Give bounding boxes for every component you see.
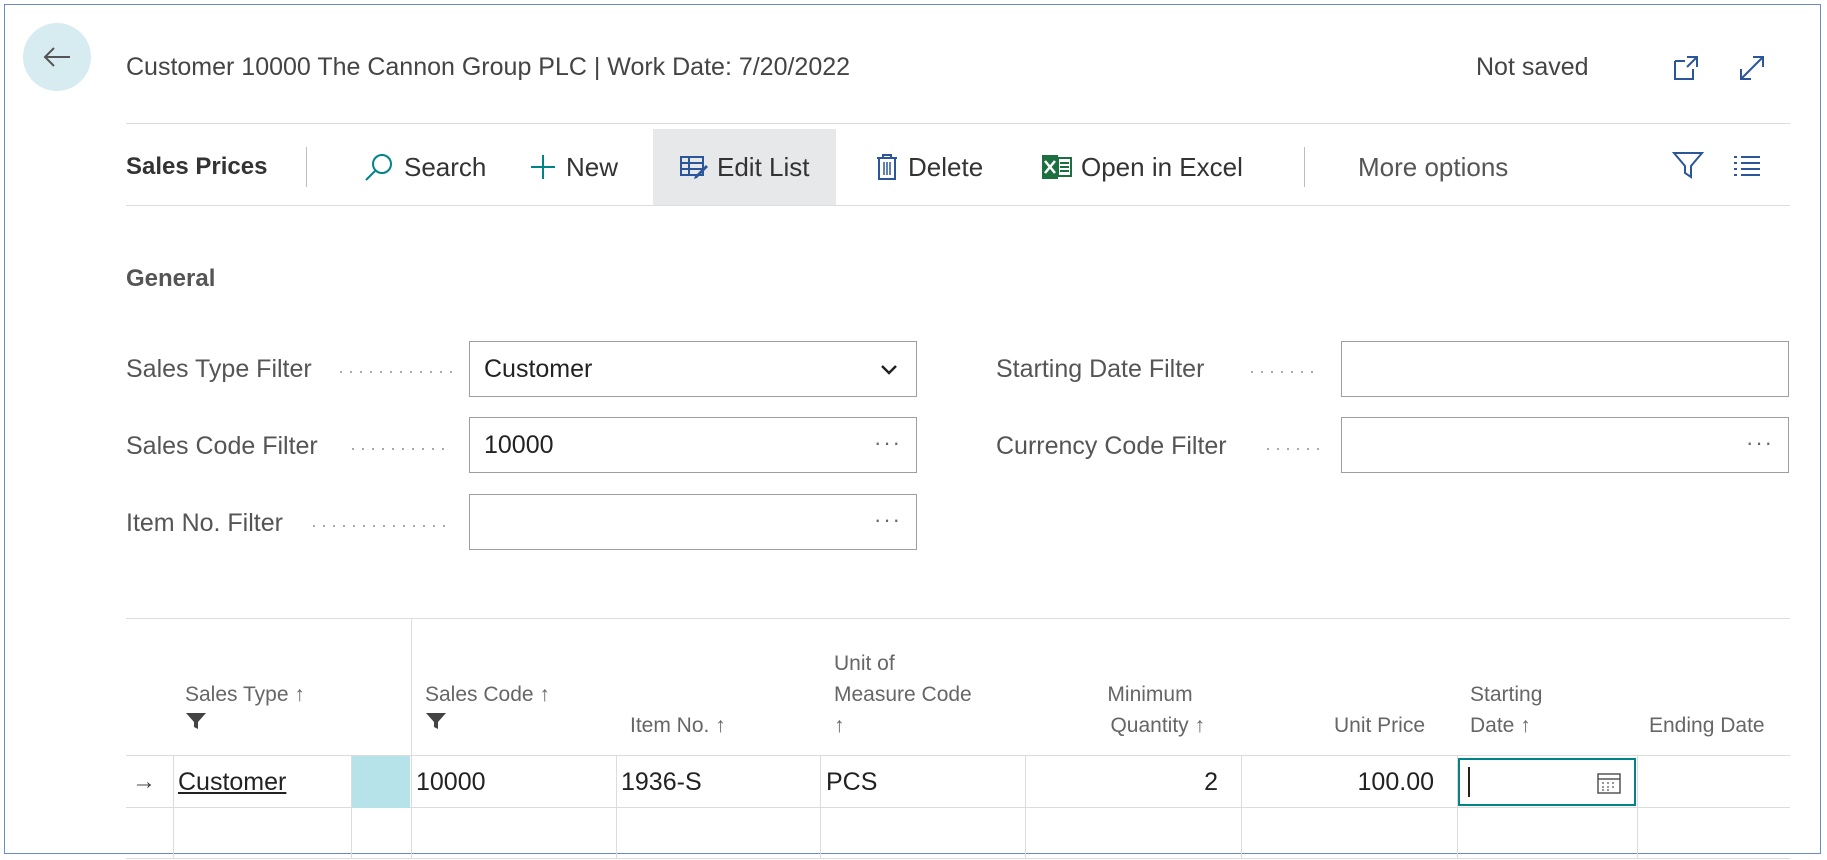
- starting-date-filter-label: Starting Date Filter: [996, 355, 1205, 383]
- col-header-label: ↑: [834, 714, 845, 737]
- filter-pane-icon[interactable]: [1671, 149, 1705, 181]
- cell-unit-price[interactable]: 100.00: [1242, 756, 1434, 808]
- back-button[interactable]: [23, 23, 91, 91]
- edit-list-label: Edit List: [717, 151, 810, 182]
- cell-ending-date[interactable]: [1644, 756, 1784, 808]
- col-header-label: Unit of: [834, 652, 895, 675]
- filter-icon: [186, 713, 206, 729]
- search-icon: [365, 154, 392, 181]
- item-no-filter-label: Item No. Filter: [126, 509, 283, 537]
- col-header-starting-date[interactable]: Starting Date ↑: [1470, 679, 1542, 741]
- table-row[interactable]: → Customer 10000 1936-S PCS 2 100.00: [126, 756, 1790, 808]
- col-header-ending-date[interactable]: Ending Date: [1649, 710, 1765, 741]
- action-separator: [1304, 147, 1305, 187]
- cell-sales-type[interactable]: Customer: [178, 756, 348, 808]
- field-dots: [1267, 448, 1321, 450]
- col-header-label: Starting: [1470, 683, 1543, 706]
- cell-sales-code[interactable]: 10000: [416, 756, 606, 808]
- col-header-label: Measure Code: [834, 683, 972, 706]
- col-header-item-no[interactable]: Item No. ↑: [630, 710, 726, 741]
- row-select-cell[interactable]: [352, 756, 410, 808]
- lookup-ellipsis-icon[interactable]: ···: [1746, 430, 1774, 456]
- list-view-icon[interactable]: [1732, 153, 1762, 179]
- cell-minimum-quantity[interactable]: 2: [1026, 756, 1218, 808]
- cell-item-no[interactable]: 1936-S: [621, 756, 811, 808]
- currency-code-filter-label: Currency Code Filter: [996, 432, 1227, 460]
- edit-list-icon: [680, 156, 708, 179]
- row-indicator-arrow-icon: →: [132, 768, 156, 795]
- sales-type-filter-select[interactable]: Customer: [469, 341, 917, 397]
- open-in-excel-button[interactable]: Open in Excel: [1041, 129, 1243, 205]
- expand-icon[interactable]: [1735, 51, 1769, 85]
- field-dots: [340, 371, 452, 373]
- filter-icon: [426, 713, 446, 729]
- search-button[interactable]: Search: [362, 129, 486, 205]
- more-options-label: More options: [1358, 151, 1509, 182]
- page-frame: Customer 10000 The Cannon Group PLC | Wo…: [4, 4, 1821, 859]
- plus-icon: [531, 155, 555, 179]
- cell-starting-date-input[interactable]: [1458, 758, 1636, 806]
- text-caret: [1468, 767, 1470, 797]
- col-header-unit-of-measure-code[interactable]: Unit of Measure Code ↑: [834, 648, 972, 741]
- table-row-empty[interactable]: [126, 808, 1790, 860]
- sales-code-filter-label: Sales Code Filter: [126, 432, 318, 460]
- header-divider: [126, 123, 1790, 124]
- starting-date-filter-input[interactable]: [1341, 341, 1789, 397]
- delete-label: Delete: [908, 151, 984, 182]
- delete-button[interactable]: Delete: [874, 129, 983, 205]
- field-dots: [313, 525, 452, 527]
- new-button[interactable]: New: [528, 129, 618, 205]
- col-header-minimum-quantity[interactable]: Minimum Quantity ↑: [1055, 679, 1205, 741]
- general-section-title[interactable]: General: [126, 265, 215, 293]
- trash-icon: [877, 154, 897, 180]
- col-header-sales-code[interactable]: Sales Code ↑: [425, 679, 550, 730]
- arrow-left-icon: [43, 47, 70, 67]
- open-in-excel-label: Open in Excel: [1081, 151, 1243, 182]
- lookup-ellipsis-icon[interactable]: ···: [874, 430, 902, 456]
- action-separator: [306, 147, 307, 187]
- col-header-label: Sales Type ↑: [185, 683, 305, 706]
- more-options-button[interactable]: More options: [1358, 129, 1508, 205]
- col-header-label: Minimum: [1107, 683, 1193, 706]
- page-title: Customer 10000 The Cannon Group PLC | Wo…: [126, 53, 851, 81]
- item-no-filter-input[interactable]: ···: [469, 494, 917, 550]
- sales-type-filter-value: Customer: [484, 354, 593, 383]
- field-dots: [352, 448, 452, 450]
- col-header-unit-price[interactable]: Unit Price: [1285, 710, 1425, 741]
- col-header-sales-type[interactable]: Sales Type ↑: [185, 679, 305, 730]
- sales-code-filter-value: 10000: [484, 430, 554, 459]
- grid-top-border: [126, 618, 1790, 619]
- actionbar-divider: [126, 205, 1790, 206]
- cell-unit-of-measure-code[interactable]: PCS: [826, 756, 1016, 808]
- field-dots: [1251, 371, 1321, 373]
- edit-list-button[interactable]: Edit List: [653, 129, 836, 205]
- action-bar: Sales Prices Search New Edit List Delete…: [126, 129, 1790, 205]
- col-header-label: Date ↑: [1470, 714, 1531, 737]
- save-status: Not saved: [1476, 53, 1589, 81]
- calendar-icon[interactable]: [1596, 770, 1622, 796]
- col-header-label: Sales Code ↑: [425, 683, 550, 706]
- new-label: New: [566, 151, 619, 182]
- search-label: Search: [404, 151, 487, 182]
- open-in-new-window-icon[interactable]: [1669, 51, 1703, 85]
- lookup-ellipsis-icon[interactable]: ···: [874, 507, 902, 533]
- sales-code-filter-input[interactable]: 10000 ···: [469, 417, 917, 473]
- excel-icon: [1042, 155, 1072, 179]
- col-header-label: Quantity ↑: [1110, 714, 1205, 737]
- page-name: Sales Prices: [126, 153, 268, 180]
- currency-code-filter-input[interactable]: ···: [1341, 417, 1789, 473]
- chevron-down-icon: [881, 365, 897, 375]
- sales-type-filter-label: Sales Type Filter: [126, 355, 312, 383]
